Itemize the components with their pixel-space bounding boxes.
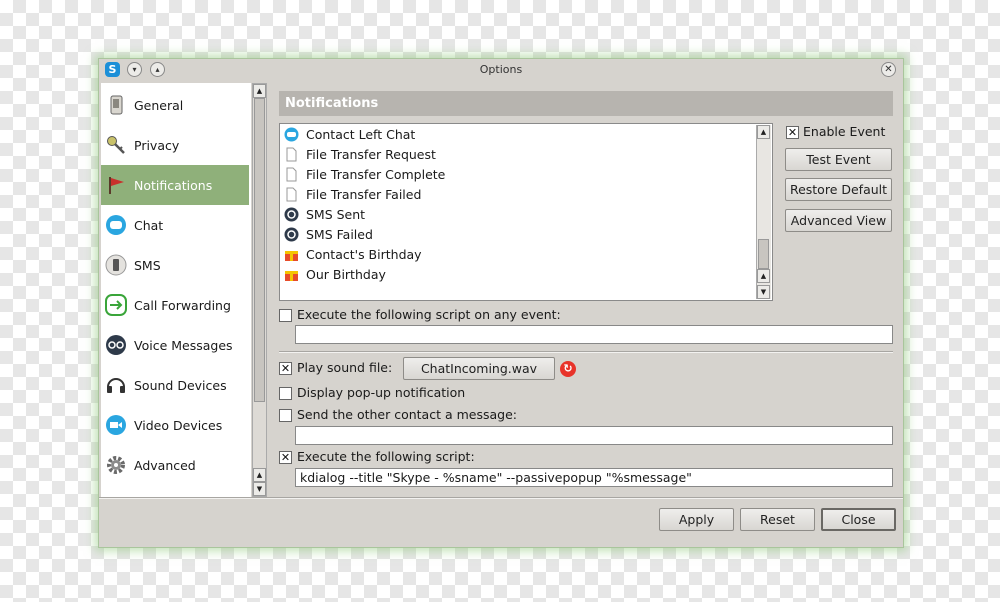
gear-icon [105,454,127,476]
advanced-view-button[interactable]: Advanced View [785,209,892,232]
sidebar-item-label: SMS [134,257,161,273]
scroll-up-icon[interactable]: ▲ [757,125,770,139]
list-item[interactable]: SMS Failed [284,224,373,244]
window-title: Options [479,63,523,76]
sidebar-item-sms[interactable]: SMS [101,245,249,285]
list-item[interactable]: File Transfer Request [284,144,436,164]
file-icon [284,187,299,202]
play-sound-label: Play sound file: [297,360,393,375]
sidebar-scrollbar[interactable]: ▲ ▲ ▼ [252,83,267,497]
event-label: SMS Sent [306,206,366,222]
scrollbar-thumb[interactable] [758,239,769,269]
sidebar-item-notifications[interactable]: Notifications [101,165,249,205]
list-item[interactable]: File Transfer Complete [284,164,445,184]
sidebar-item-label: Sound Devices [134,377,227,393]
sidebar-item-general[interactable]: General [101,85,249,125]
gift-icon [284,247,299,262]
chat-icon [284,127,299,142]
call-forward-icon [105,294,127,316]
scroll-down-icon[interactable]: ▼ [757,285,770,299]
execute-script-checkbox[interactable]: ✕ [279,451,292,464]
sidebar-item-label: Voice Messages [134,337,233,353]
title-bar[interactable]: S ▾ ▴ Options ✕ [99,59,903,81]
close-icon[interactable]: ✕ [881,62,896,77]
event-label: File Transfer Request [306,146,436,162]
test-event-button[interactable]: Test Event [785,148,892,171]
sidebar-item-privacy[interactable]: Privacy [101,125,249,165]
sidebar-item-voice-messages[interactable]: Voice Messages [101,325,249,365]
sidebar-item-label: Video Devices [134,417,223,433]
scrollbar-thumb[interactable] [254,98,265,402]
section-header: Notifications [279,91,893,116]
event-list[interactable]: Contact Left Chat File Transfer Request … [279,123,773,301]
sidebar-item-partial[interactable] [101,485,249,497]
event-label: File Transfer Failed [306,186,422,202]
footer-divider [99,497,903,499]
list-item[interactable]: File Transfer Failed [284,184,421,204]
event-label: Contact Left Chat [306,126,416,142]
sidebar: General Privacy Notifications Chat SMS C… [101,83,251,497]
send-message-field[interactable] [295,426,893,445]
list-item[interactable]: Contact Left Chat [284,124,415,144]
scroll-up-icon[interactable]: ▲ [757,269,770,283]
sidebar-item-label: Notifications [134,177,213,193]
apply-button[interactable]: Apply [659,508,734,531]
scroll-up-icon[interactable]: ▲ [253,84,266,98]
send-message-checkbox[interactable] [279,409,292,422]
sidebar-item-chat[interactable]: Chat [101,205,249,245]
list-item[interactable]: Our Birthday [284,264,386,284]
send-message-label: Send the other contact a message: [297,407,517,422]
play-sound-checkbox[interactable]: ✕ [279,362,292,375]
file-icon [284,147,299,162]
popup-label: Display pop-up notification [297,385,466,400]
enable-event-checkbox[interactable]: ✕ [786,126,799,139]
restore-default-button[interactable]: Restore Default [785,178,892,201]
event-label: Our Birthday [306,266,386,282]
scroll-down-icon[interactable]: ▼ [253,482,266,496]
sidebar-item-advanced[interactable]: Advanced [101,445,249,485]
section-divider [279,351,893,353]
event-label: File Transfer Complete [306,166,446,182]
list-item[interactable]: Contact's Birthday [284,244,422,264]
sidebar-item-label: General [134,97,184,113]
sound-file-button[interactable]: ChatIncoming.wav [403,357,555,380]
chat-bubble-icon [105,214,127,236]
voicemail-icon [105,334,127,356]
options-window: S ▾ ▴ Options ✕ General Privacy Notifica… [98,58,904,548]
sidebar-item-label: Chat [134,217,164,233]
event-list-scrollbar[interactable]: ▲ ▲ ▼ [756,125,771,299]
gift-icon [284,267,299,282]
reset-sound-icon[interactable]: ↻ [560,361,576,377]
sidebar-item-label: Privacy [134,137,180,153]
script-any-event-field[interactable] [295,325,893,344]
event-label: Contact's Birthday [306,246,422,262]
list-item[interactable]: SMS Sent [284,204,365,224]
flag-icon [105,174,127,196]
enable-event-label: Enable Event [803,124,886,139]
mobile-phone-icon [105,254,127,276]
video-camera-icon [105,414,127,436]
sms-icon [284,227,299,242]
close-button[interactable]: Close [821,508,896,531]
script-any-event-checkbox[interactable] [279,309,292,322]
sms-icon [284,207,299,222]
sidebar-item-label: Advanced [134,457,196,473]
scroll-up-icon[interactable]: ▲ [253,468,266,482]
execute-script-field[interactable]: kdialog --title "Skype - %sname" --passi… [295,468,893,487]
phone-icon [105,94,127,116]
sidebar-item-label: Call Forwarding [134,297,231,313]
popup-checkbox[interactable] [279,387,292,400]
keys-icon [105,134,127,156]
sidebar-item-call-forwarding[interactable]: Call Forwarding [101,285,249,325]
script-any-event-label: Execute the following script on any even… [297,307,561,322]
sidebar-item-video-devices[interactable]: Video Devices [101,405,249,445]
event-label: SMS Failed [306,226,373,242]
sidebar-item-sound-devices[interactable]: Sound Devices [101,365,249,405]
headset-icon [105,374,127,396]
file-icon [284,167,299,182]
execute-script-label: Execute the following script: [297,449,475,464]
reset-button[interactable]: Reset [740,508,815,531]
